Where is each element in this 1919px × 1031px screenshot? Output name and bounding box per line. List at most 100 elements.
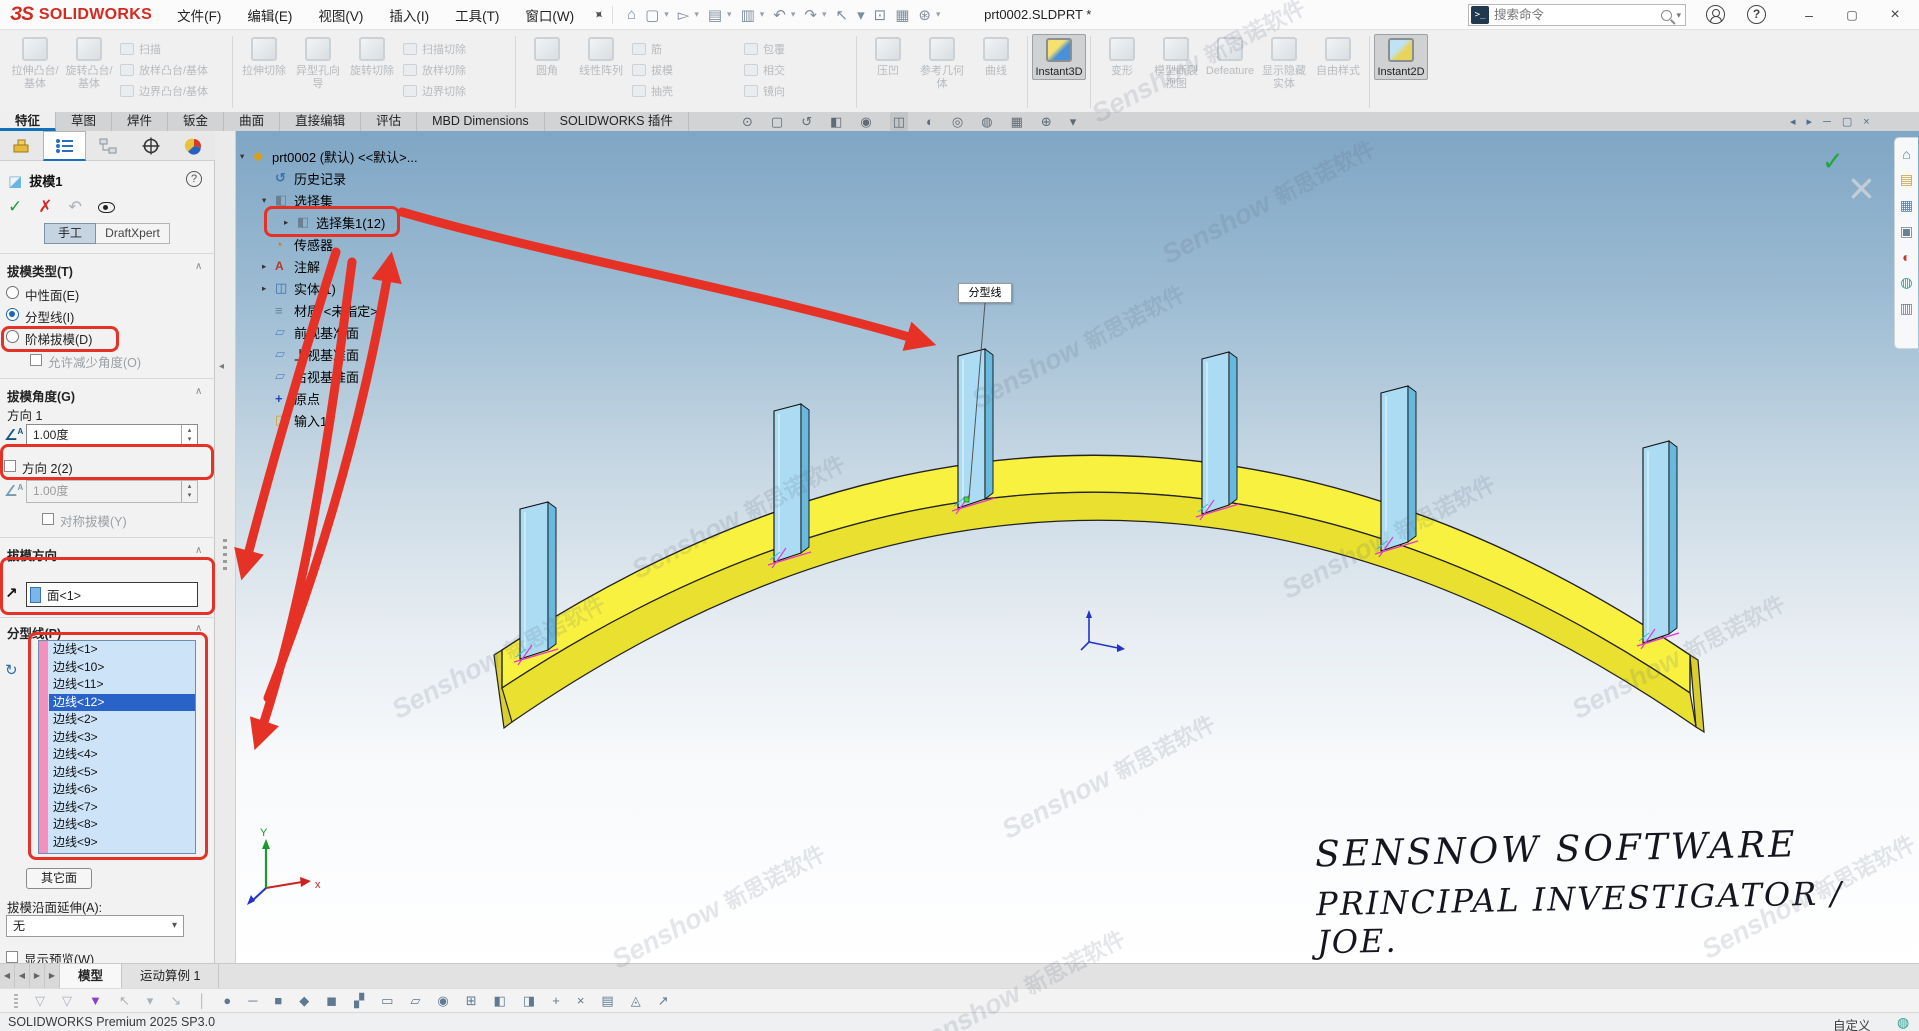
expand-arrow-icon[interactable]: ▸ [284,217,297,228]
tree-item[interactable]: ◔ 传感器 [240,233,418,255]
sketch-segment-filter-icon[interactable]: ⊞ [466,993,477,1009]
parting-line-item[interactable]: 边线<12> [49,694,195,712]
hide-show-items-icon[interactable]: ◎ [952,112,963,131]
command-tab[interactable]: 特征 [0,112,56,131]
checkbox-allow-reduce[interactable] [30,354,42,366]
model-tab[interactable]: 运动算例 1 [122,964,219,988]
tab-feature-manager[interactable] [0,131,43,161]
menu-item[interactable]: 窗口(W) [514,1,585,29]
previous-view-icon[interactable]: ↺ [801,112,812,131]
search-box[interactable]: >_ ▾ [1468,4,1686,26]
ribbon-tool[interactable]: 拉伸凸台/基体 [8,34,62,90]
parting-line-item[interactable]: 边线<7> [49,799,195,817]
tab-configuration-manager[interactable] [86,131,129,161]
options-caret-icon[interactable]: ▾ [936,9,941,20]
ribbon-tool[interactable]: 显示隐藏实体 [1257,34,1311,90]
solid-body-filter-icon[interactable]: ◼ [326,993,337,1009]
menu-item[interactable]: 插入(I) [378,1,440,29]
ribbon-tool[interactable]: 筋 拔模 抽壳 [628,34,740,101]
menu-item[interactable]: 编辑(E) [236,1,303,29]
parting-line-item[interactable]: 边线<11> [49,676,195,694]
menu-item[interactable]: 文件(F) [166,1,232,29]
axis-filter-icon[interactable]: ▞ [354,993,364,1009]
reverse-direction-icon[interactable]: ↻ [5,661,18,679]
ribbon-tool[interactable]: 扫描 放样凸台/基体 边界凸台/基体 [116,34,228,101]
appearances-icon[interactable]: ◐ [1902,249,1910,265]
command-tab[interactable]: 钣金 [168,112,224,131]
open-file-icon[interactable]: ▻ [678,6,690,24]
tree-item[interactable]: + 原点 [240,387,418,409]
section-view-icon[interactable]: ◧ [830,112,842,131]
face-propagation-select[interactable]: 无 [6,915,184,937]
ribbon-tool[interactable]: 扫描切除 放样切除 边界切除 [399,34,511,101]
filter-clear-icon[interactable]: ▽ [62,993,72,1009]
ribbon-tool[interactable]: 线性阵列 [574,34,628,78]
edge-filter-icon[interactable]: ─ [248,993,257,1008]
first-tab-icon[interactable]: ◀ [0,964,15,988]
ribbon-tool[interactable]: 压凹 [861,34,915,78]
restore-doc-icon[interactable]: ▢ [1842,115,1852,128]
ribbon-tool[interactable] [1090,36,1091,108]
scene-icon[interactable]: ◍ [1900,274,1912,291]
menu-item[interactable]: 视图(V) [307,1,374,29]
separator-icon[interactable]: │ [198,993,206,1008]
file-explorer-icon[interactable]: ▦ [1900,197,1913,214]
open-file-caret-icon[interactable]: ▾ [694,9,699,20]
confirm-ok-icon[interactable]: ✓ [1822,146,1844,177]
command-tab[interactable]: 直接编辑 [280,112,361,131]
save-caret-icon[interactable]: ▾ [727,9,732,20]
ribbon-tool[interactable]: 自由样式 [1311,34,1365,78]
checkbox-symmetric-draft[interactable] [42,513,54,525]
display-style-icon[interactable]: ◐ [926,112,934,131]
more-caret-icon[interactable]: ▾ [1070,112,1077,131]
new-file-icon[interactable]: ▢ [645,6,659,24]
select-icon[interactable]: ↖ [836,6,849,24]
ribbon-tool[interactable]: 旋转切除 [345,34,399,78]
plane-filter-icon[interactable]: ▭ [381,993,393,1009]
next-tab-icon[interactable]: ▶ [30,964,45,988]
ribbon-tool[interactable] [1369,36,1370,108]
redo-caret-icon[interactable]: ▾ [822,9,827,20]
minimize-doc-icon[interactable]: ─ [1823,116,1831,128]
panel-splitter[interactable]: ◂ [215,131,236,963]
undo-icon[interactable]: ↶ [773,6,786,24]
tree-item[interactable]: ▱ 右视基准面 [240,365,418,387]
filter-custom-icon[interactable]: ▼ [89,993,102,1008]
ribbon-tool[interactable]: 变形 [1095,34,1149,78]
parting-line-item[interactable]: 边线<5> [49,764,195,782]
parting-line-item[interactable]: 边线<1> [49,641,195,659]
midpoint-filter-icon[interactable]: ◧ [494,993,506,1009]
tree-item[interactable]: ▾ ◧ 选择集 [240,189,418,211]
surface-body-filter-icon[interactable]: ◆ [299,993,309,1009]
sketch-filter-icon[interactable]: ▱ [410,993,420,1009]
search-caret-icon[interactable]: ▾ [1676,10,1681,21]
view-orientation-icon[interactable]: ◫ [890,112,908,131]
menu-item[interactable]: 工具(T) [444,1,510,29]
ribbon-tool[interactable]: Instant2D [1374,34,1428,80]
tree-item[interactable]: ▱ 上视基准面 [240,343,418,365]
new-file-caret-icon[interactable]: ▾ [664,9,669,20]
ribbon-tool[interactable]: 模型断裂视图 [1149,34,1203,90]
ribbon-tool[interactable] [1027,36,1028,108]
ribbon-tool[interactable] [856,36,857,108]
select-caret-icon[interactable]: ▾ [857,6,865,24]
rebuild-icon[interactable]: ⊡ [874,6,887,24]
redo-icon[interactable]: ↷ [804,6,817,24]
tree-item[interactable]: ▸ A 注解 [240,255,418,277]
lasso-select-icon[interactable]: ↘ [170,993,181,1009]
ribbon-tool[interactable]: 旋转凸台/基体 [62,34,116,90]
custom-properties-icon[interactable]: ▥ [1900,300,1913,317]
parting-line-item[interactable]: 边线<9> [49,834,195,852]
tree-item[interactable]: ▸ ◧ 选择集1(12) [240,211,418,233]
ribbon-tool[interactable]: 圆角 [520,34,574,78]
parting-line-item[interactable]: 边线<8> [49,816,195,834]
other-face-button[interactable]: 其它面 [26,868,92,889]
dynamic-annotation-icon[interactable]: ◉ [860,112,871,131]
toolbar-grip[interactable] [14,994,18,1008]
tree-item[interactable]: ◨ 输入1 [240,409,418,431]
file-properties-icon[interactable]: ▦ [895,6,909,24]
cancel-button[interactable]: ✗ [38,197,52,217]
command-tab[interactable]: 曲面 [224,112,280,131]
routing-filter-icon[interactable]: ▤ [601,993,613,1009]
section-draft-angle[interactable]: 拔模角度(G) [7,386,75,405]
